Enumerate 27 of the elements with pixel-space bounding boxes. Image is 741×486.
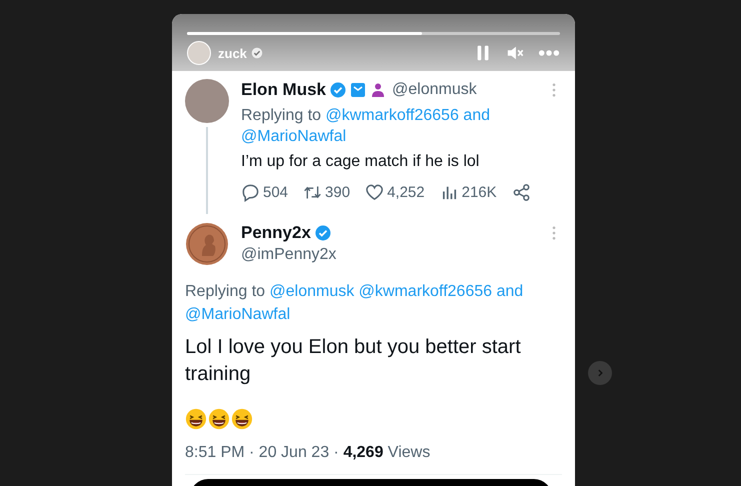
avatar-placeholder[interactable] bbox=[185, 79, 229, 123]
share-icon[interactable] bbox=[512, 183, 531, 202]
tweet-text: I’m up for a cage match if he is lol bbox=[241, 153, 480, 171]
more-icon[interactable] bbox=[552, 226, 556, 240]
author-name[interactable]: Elon Musk bbox=[241, 80, 326, 100]
author-name[interactable]: Penny2x bbox=[241, 223, 311, 243]
more-icon[interactable] bbox=[552, 83, 556, 97]
stat-count: 216K bbox=[462, 184, 497, 201]
comment-icon[interactable] bbox=[241, 183, 260, 202]
heart-icon[interactable] bbox=[365, 183, 384, 202]
reply-context: Replying to @elonmusk @kwmarkoff26656 and @MarioNawfal bbox=[185, 282, 524, 325]
reply-context: Replying to @kwmarkoff26656 and @MarioNawfal bbox=[241, 106, 491, 147]
stat-count: 504 bbox=[263, 184, 288, 201]
stat-count: 390 bbox=[325, 184, 350, 201]
user-handle[interactable]: @elonmusk bbox=[392, 81, 477, 99]
laughing-face-icon bbox=[208, 408, 230, 430]
more-icon[interactable] bbox=[538, 49, 560, 57]
laughing-face-icon bbox=[231, 408, 253, 430]
laughing-face-icon bbox=[185, 408, 207, 430]
avatar-placeholder[interactable] bbox=[187, 41, 211, 65]
penny-coin-icon[interactable] bbox=[185, 222, 229, 266]
user-handle[interactable]: @imPenny2x bbox=[241, 246, 562, 264]
tweet-timestamp: 8:51 PM · 20 Jun 23 · 4,269 Views bbox=[185, 444, 432, 462]
mute-icon[interactable] bbox=[506, 44, 524, 62]
stat-count: 4,252 bbox=[387, 184, 425, 201]
tweet-text: Lol I love you Elon but you better start training bbox=[185, 335, 522, 387]
people-icon bbox=[370, 82, 386, 98]
